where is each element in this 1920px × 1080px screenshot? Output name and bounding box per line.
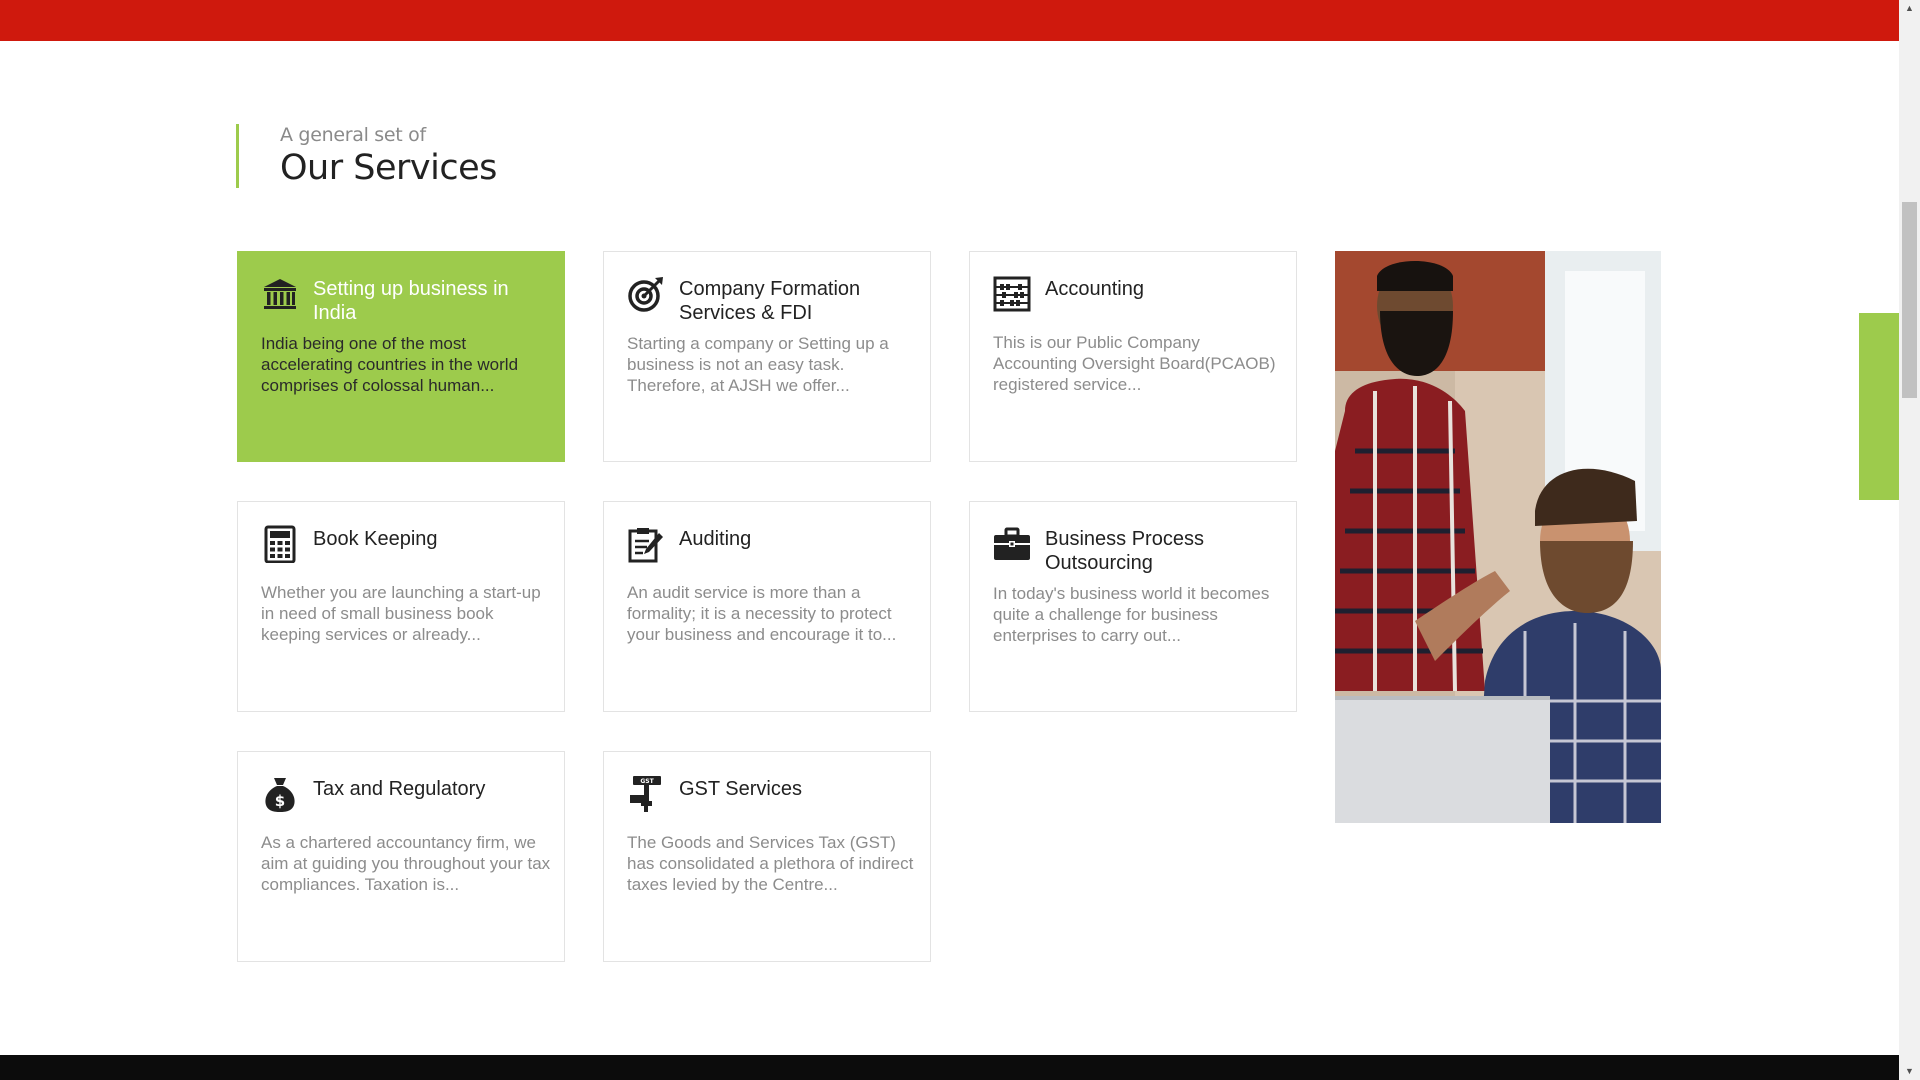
side-feedback-tab[interactable] — [1859, 313, 1899, 500]
service-card-setting-up-business[interactable]: Setting up business in India India being… — [237, 251, 565, 462]
service-title: Tax and Regulatory — [313, 778, 486, 800]
service-title: Company Formation Services & FDI — [679, 278, 861, 324]
service-description: The Goods and Services Tax (GST) has con… — [627, 833, 914, 894]
service-description: This is our Public Company Accounting Ov… — [993, 333, 1276, 394]
service-description: Whether you are launching a start-up in … — [261, 583, 541, 644]
service-description: As a chartered accountancy firm, we aim … — [261, 833, 551, 894]
service-card-tax-regulatory[interactable]: $ Tax and Regulatory As a chartered acco… — [237, 751, 565, 962]
service-card-business-process-outsourcing[interactable]: Business Process Outsourcing In today's … — [969, 501, 1297, 712]
scroll-up-arrow-icon[interactable]: ▲ — [1899, 0, 1920, 17]
top-header-bar — [0, 0, 1899, 41]
service-title: Setting up business in India — [313, 278, 509, 324]
svg-text:GST: GST — [640, 778, 654, 785]
service-card-auditing[interactable]: Auditing An audit service is more than a… — [603, 501, 931, 712]
section-heading: A general set of Our Services — [236, 124, 497, 188]
service-title: Accounting — [1045, 278, 1144, 300]
abacus-icon — [993, 275, 1031, 313]
svg-text:$: $ — [275, 792, 285, 810]
service-title: Auditing — [679, 528, 752, 550]
bank-icon — [261, 275, 299, 313]
service-card-company-formation[interactable]: Company Formation Services & FDI Startin… — [603, 251, 931, 462]
service-card-gst-services[interactable]: GST GST Services The Goods and Services … — [603, 751, 931, 962]
footer-bar — [0, 1055, 1899, 1080]
briefcase-icon — [993, 525, 1031, 563]
team-photo — [1335, 251, 1661, 823]
clipboard-pen-icon — [627, 525, 665, 563]
section-title: Our Services — [280, 148, 497, 188]
service-card-accounting[interactable]: Accounting This is our Public Company Ac… — [969, 251, 1297, 462]
service-card-book-keeping[interactable]: Book Keeping Whether you are launching a… — [237, 501, 565, 712]
gst-stamp-icon: GST — [627, 775, 665, 813]
scroll-down-arrow-icon[interactable]: ▼ — [1899, 1063, 1920, 1080]
calculator-icon — [261, 525, 299, 563]
service-title: Book Keeping — [313, 528, 438, 550]
scroll-thumb[interactable] — [1902, 202, 1917, 398]
service-title: GST Services — [679, 778, 802, 800]
target-icon — [627, 275, 665, 313]
service-description: In today's business world it becomes qui… — [993, 584, 1270, 645]
service-description: Starting a company or Setting up a busin… — [627, 334, 889, 395]
section-subtitle: A general set of — [280, 124, 426, 146]
service-description: An audit service is more than a formalit… — [627, 583, 897, 644]
page-scrollbar[interactable]: ▲ ▼ — [1899, 0, 1920, 1080]
service-title: Business Process Outsourcing — [1045, 528, 1204, 574]
money-bag-icon: $ — [261, 775, 299, 813]
service-description: India being one of the most accelerating… — [261, 334, 519, 395]
